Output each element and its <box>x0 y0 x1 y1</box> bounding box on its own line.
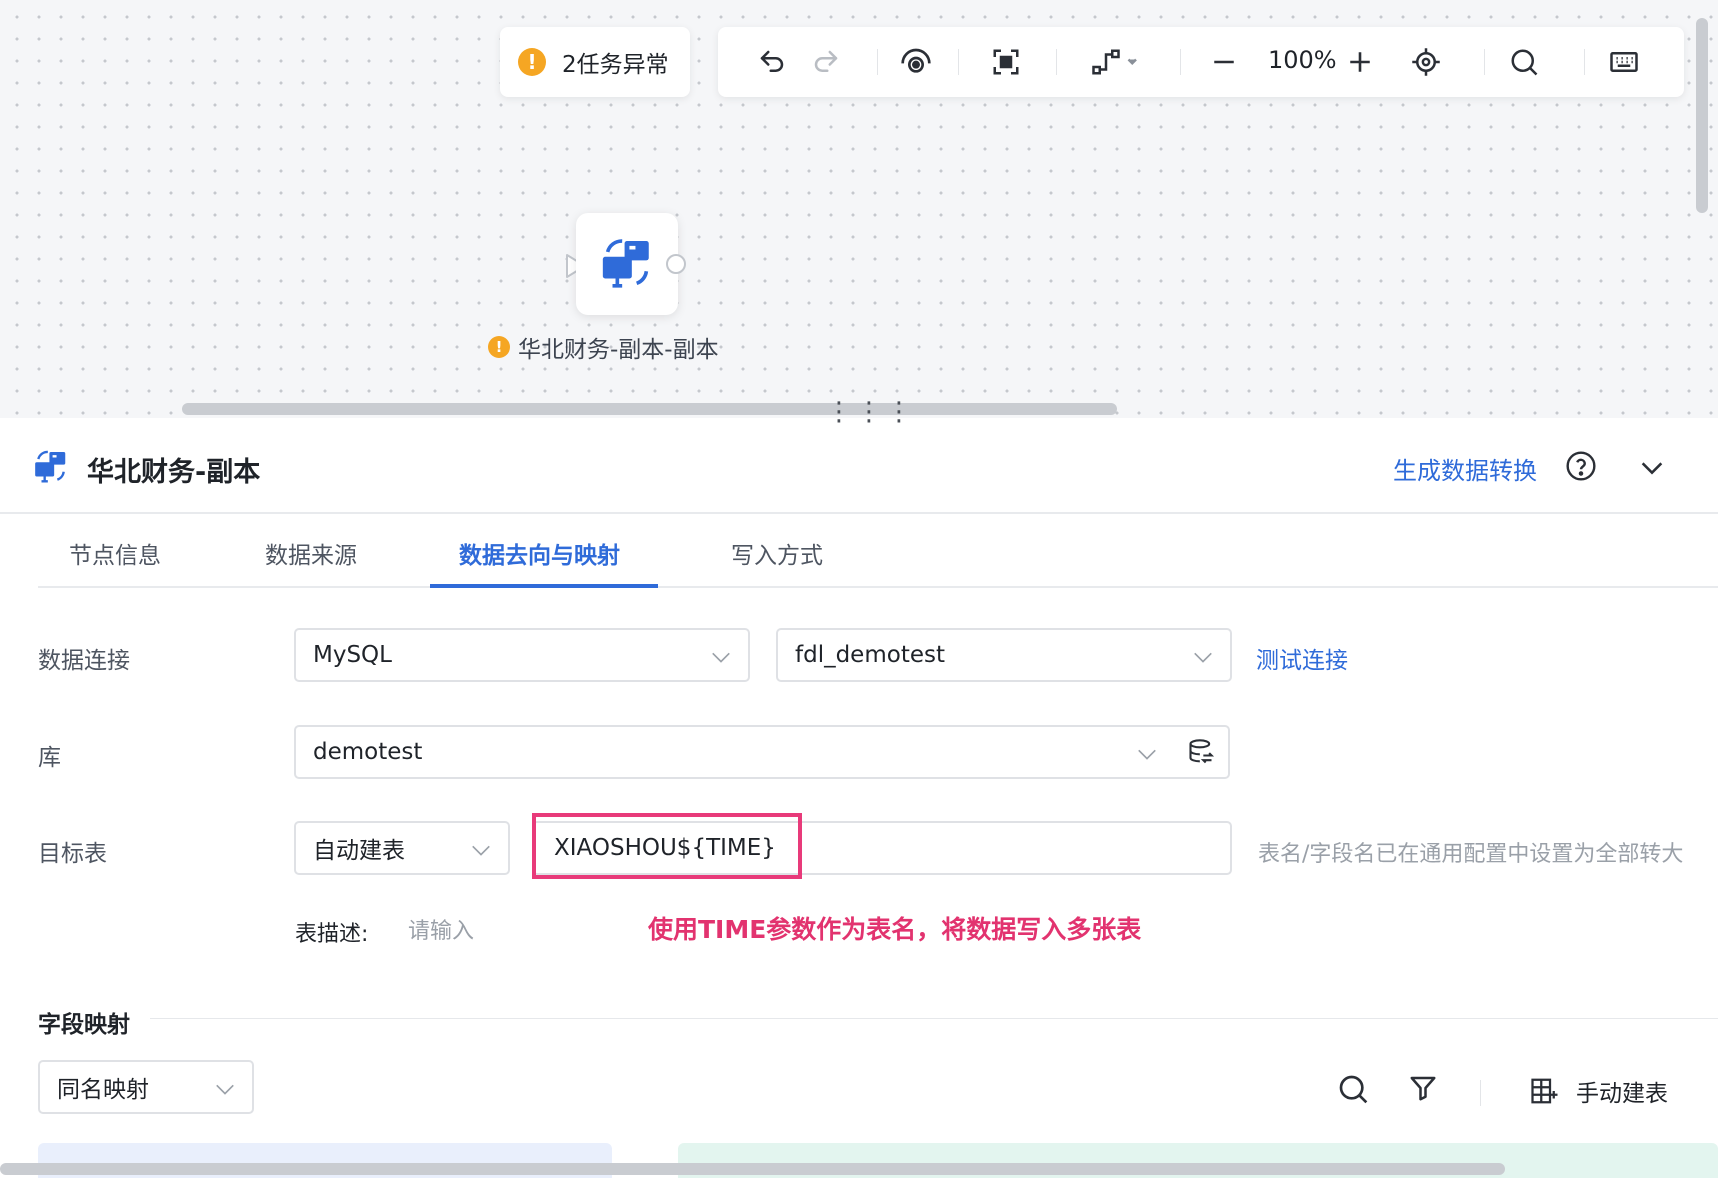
task-warning-text: 2任务异常 <box>562 52 669 78</box>
database-label: 库 <box>38 745 61 771</box>
mapping-mode-select[interactable]: 同名映射 <box>38 1060 254 1114</box>
table-name-field <box>532 821 1232 875</box>
toolbar-divider <box>877 49 878 75</box>
canvas-horizontal-scrollbar[interactable] <box>182 403 1117 415</box>
database-refresh-button[interactable] <box>1174 725 1230 779</box>
database-select[interactable]: demotest <box>294 725 1176 779</box>
data-sync-node-icon <box>35 450 66 483</box>
mapping-mode-value: 同名映射 <box>57 1077 149 1103</box>
search-icon[interactable] <box>1506 44 1542 80</box>
warning-icon: ! <box>518 48 546 76</box>
locate-icon[interactable] <box>1408 44 1444 80</box>
panel-tabs: 节点信息 数据来源 数据去向与映射 写入方式 <box>38 514 1718 588</box>
table-name-input[interactable] <box>534 823 1230 873</box>
field-mapping-title: 字段映射 <box>38 1012 130 1038</box>
database-icon <box>1189 739 1215 764</box>
toolbar-divider <box>1056 49 1057 75</box>
chevron-down-icon <box>1138 749 1156 760</box>
panel-horizontal-scrollbar[interactable] <box>0 1163 1505 1175</box>
tab-data-destination-mapping[interactable]: 数据去向与映射 <box>459 536 620 570</box>
chevron-down-icon <box>712 652 730 663</box>
manual-create-label: 手动建表 <box>1576 1081 1668 1107</box>
chevron-down-icon <box>216 1084 234 1095</box>
fit-view-icon[interactable] <box>988 44 1024 80</box>
zoom-in-icon[interactable] <box>1342 44 1378 80</box>
tab-write-mode[interactable]: 写入方式 <box>731 536 823 570</box>
uppercase-hint: 表名/字段名已在通用配置中设置为全部转大 <box>1258 842 1684 867</box>
section-divider <box>150 1018 1718 1019</box>
table-description-label: 表描述: <box>295 922 369 947</box>
table-mode-select[interactable]: 自动建表 <box>294 821 510 875</box>
annotation-text: 使用TIME参数作为表名，将数据写入多张表 <box>648 915 1142 944</box>
tab-node-info[interactable]: 节点信息 <box>69 536 161 570</box>
connection-label: 数据连接 <box>38 648 130 674</box>
connection-select[interactable]: fdl_demotest <box>776 628 1232 682</box>
data-sync-node-icon <box>602 239 649 288</box>
undo-icon[interactable] <box>754 44 790 80</box>
node-warning-icon: ! <box>488 336 510 358</box>
tab-data-source[interactable]: 数据来源 <box>265 536 357 570</box>
test-connection-link[interactable]: 测试连接 <box>1256 641 1348 675</box>
canvas-vertical-scrollbar[interactable] <box>1696 18 1708 213</box>
target-table-label: 目标表 <box>38 841 107 867</box>
toolbar-divider <box>1180 49 1181 75</box>
canvas-toolbar: 100% <box>718 27 1684 97</box>
field-search-icon[interactable] <box>1337 1073 1369 1105</box>
toolbar-divider <box>958 49 959 75</box>
workflow-node[interactable] <box>576 213 678 315</box>
workflow-canvas[interactable]: ! 2任务异常 100% ! 华北财务-副本-副本 ⋮⋮⋮ <box>0 0 1718 425</box>
connection-value: fdl_demotest <box>795 642 945 668</box>
help-icon[interactable] <box>1565 450 1597 482</box>
node-label: ! 华北财务-副本-副本 <box>488 330 719 364</box>
generate-transform-link[interactable]: 生成数据转换 <box>1393 451 1537 486</box>
table-mode-value: 自动建表 <box>313 838 405 864</box>
toolbar-divider <box>1480 1080 1481 1106</box>
database-value: demotest <box>313 739 423 765</box>
preview-icon[interactable] <box>898 44 934 80</box>
panel-title: 华北财务-副本 <box>87 457 261 488</box>
table-add-icon <box>1531 1078 1558 1104</box>
connector-icon[interactable] <box>1088 44 1144 80</box>
task-warning-badge[interactable]: ! 2任务异常 <box>500 27 690 97</box>
keyboard-icon[interactable] <box>1606 44 1642 80</box>
table-description-input[interactable] <box>406 910 610 952</box>
filter-icon[interactable] <box>1408 1073 1438 1103</box>
chevron-down-icon <box>1194 652 1212 663</box>
node-label-text: 华北财务-副本-副本 <box>518 337 719 363</box>
panel-header: 华北财务-副本 生成数据转换 <box>0 420 1718 514</box>
toolbar-divider <box>1584 49 1585 75</box>
zoom-level: 100% <box>1268 46 1337 74</box>
chevron-down-icon <box>472 845 490 856</box>
db-type-select[interactable]: MySQL <box>294 628 750 682</box>
zoom-out-icon[interactable] <box>1206 44 1242 80</box>
db-type-value: MySQL <box>313 642 392 668</box>
node-output-port[interactable] <box>666 254 686 274</box>
panel-resize-handle-icon[interactable]: ⋮⋮⋮ <box>826 399 916 425</box>
redo-icon[interactable] <box>808 44 844 80</box>
active-tab-indicator <box>430 584 658 588</box>
toolbar-divider <box>1484 49 1485 75</box>
chevron-down-icon[interactable] <box>1638 454 1666 482</box>
manual-create-table-button[interactable]: 手动建表 <box>1530 1074 1668 1108</box>
